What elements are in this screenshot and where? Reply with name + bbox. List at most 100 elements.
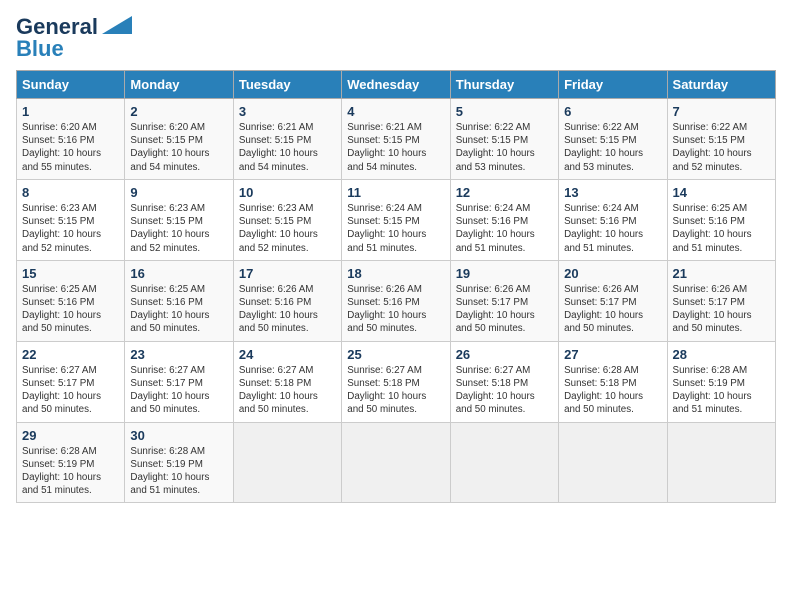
col-header-wednesday: Wednesday bbox=[342, 71, 450, 99]
day-number: 17 bbox=[239, 266, 336, 281]
day-number: 11 bbox=[347, 185, 444, 200]
day-cell: 14 Sunrise: 6:25 AMSunset: 5:16 PMDaylig… bbox=[667, 179, 775, 260]
day-cell: 26 Sunrise: 6:27 AMSunset: 5:18 PMDaylig… bbox=[450, 341, 558, 422]
day-detail: Sunrise: 6:28 AMSunset: 5:19 PMDaylight:… bbox=[130, 446, 209, 497]
day-number: 18 bbox=[347, 266, 444, 281]
day-cell: 27 Sunrise: 6:28 AMSunset: 5:18 PMDaylig… bbox=[559, 341, 667, 422]
week-row-3: 15 Sunrise: 6:25 AMSunset: 5:16 PMDaylig… bbox=[17, 260, 776, 341]
day-cell: 13 Sunrise: 6:24 AMSunset: 5:16 PMDaylig… bbox=[559, 179, 667, 260]
day-number: 28 bbox=[673, 347, 770, 362]
day-number: 3 bbox=[239, 104, 336, 119]
page-header: General Blue bbox=[16, 16, 776, 60]
col-header-thursday: Thursday bbox=[450, 71, 558, 99]
day-cell: 30 Sunrise: 6:28 AMSunset: 5:19 PMDaylig… bbox=[125, 422, 233, 503]
logo-icon bbox=[102, 16, 132, 34]
day-detail: Sunrise: 6:21 AMSunset: 5:15 PMDaylight:… bbox=[239, 122, 318, 173]
day-detail: Sunrise: 6:27 AMSunset: 5:18 PMDaylight:… bbox=[239, 365, 318, 416]
day-cell: 22 Sunrise: 6:27 AMSunset: 5:17 PMDaylig… bbox=[17, 341, 125, 422]
calendar-table: SundayMondayTuesdayWednesdayThursdayFrid… bbox=[16, 70, 776, 503]
day-cell: 5 Sunrise: 6:22 AMSunset: 5:15 PMDayligh… bbox=[450, 99, 558, 180]
day-cell: 25 Sunrise: 6:27 AMSunset: 5:18 PMDaylig… bbox=[342, 341, 450, 422]
day-cell: 6 Sunrise: 6:22 AMSunset: 5:15 PMDayligh… bbox=[559, 99, 667, 180]
day-cell bbox=[559, 422, 667, 503]
day-number: 22 bbox=[22, 347, 119, 362]
col-header-friday: Friday bbox=[559, 71, 667, 99]
day-detail: Sunrise: 6:26 AMSunset: 5:17 PMDaylight:… bbox=[673, 284, 752, 335]
day-cell: 24 Sunrise: 6:27 AMSunset: 5:18 PMDaylig… bbox=[233, 341, 341, 422]
day-detail: Sunrise: 6:21 AMSunset: 5:15 PMDaylight:… bbox=[347, 122, 426, 173]
day-detail: Sunrise: 6:22 AMSunset: 5:15 PMDaylight:… bbox=[564, 122, 643, 173]
day-cell: 29 Sunrise: 6:28 AMSunset: 5:19 PMDaylig… bbox=[17, 422, 125, 503]
day-cell: 8 Sunrise: 6:23 AMSunset: 5:15 PMDayligh… bbox=[17, 179, 125, 260]
day-cell: 4 Sunrise: 6:21 AMSunset: 5:15 PMDayligh… bbox=[342, 99, 450, 180]
day-number: 4 bbox=[347, 104, 444, 119]
day-cell bbox=[667, 422, 775, 503]
day-number: 13 bbox=[564, 185, 661, 200]
day-detail: Sunrise: 6:27 AMSunset: 5:18 PMDaylight:… bbox=[347, 365, 426, 416]
day-detail: Sunrise: 6:20 AMSunset: 5:15 PMDaylight:… bbox=[130, 122, 209, 173]
day-number: 16 bbox=[130, 266, 227, 281]
day-cell: 18 Sunrise: 6:26 AMSunset: 5:16 PMDaylig… bbox=[342, 260, 450, 341]
week-row-2: 8 Sunrise: 6:23 AMSunset: 5:15 PMDayligh… bbox=[17, 179, 776, 260]
logo-blue: Blue bbox=[16, 38, 64, 60]
day-detail: Sunrise: 6:20 AMSunset: 5:16 PMDaylight:… bbox=[22, 122, 101, 173]
week-row-1: 1 Sunrise: 6:20 AMSunset: 5:16 PMDayligh… bbox=[17, 99, 776, 180]
day-cell: 3 Sunrise: 6:21 AMSunset: 5:15 PMDayligh… bbox=[233, 99, 341, 180]
day-detail: Sunrise: 6:25 AMSunset: 5:16 PMDaylight:… bbox=[673, 203, 752, 254]
day-number: 1 bbox=[22, 104, 119, 119]
day-number: 19 bbox=[456, 266, 553, 281]
day-number: 24 bbox=[239, 347, 336, 362]
day-number: 21 bbox=[673, 266, 770, 281]
logo: General Blue bbox=[16, 16, 132, 60]
day-detail: Sunrise: 6:27 AMSunset: 5:17 PMDaylight:… bbox=[22, 365, 101, 416]
day-detail: Sunrise: 6:24 AMSunset: 5:16 PMDaylight:… bbox=[456, 203, 535, 254]
day-detail: Sunrise: 6:22 AMSunset: 5:15 PMDaylight:… bbox=[456, 122, 535, 173]
day-cell: 11 Sunrise: 6:24 AMSunset: 5:15 PMDaylig… bbox=[342, 179, 450, 260]
day-cell: 19 Sunrise: 6:26 AMSunset: 5:17 PMDaylig… bbox=[450, 260, 558, 341]
day-detail: Sunrise: 6:23 AMSunset: 5:15 PMDaylight:… bbox=[130, 203, 209, 254]
day-cell bbox=[342, 422, 450, 503]
day-cell: 7 Sunrise: 6:22 AMSunset: 5:15 PMDayligh… bbox=[667, 99, 775, 180]
day-number: 5 bbox=[456, 104, 553, 119]
day-cell: 10 Sunrise: 6:23 AMSunset: 5:15 PMDaylig… bbox=[233, 179, 341, 260]
day-detail: Sunrise: 6:25 AMSunset: 5:16 PMDaylight:… bbox=[130, 284, 209, 335]
day-detail: Sunrise: 6:24 AMSunset: 5:15 PMDaylight:… bbox=[347, 203, 426, 254]
day-detail: Sunrise: 6:27 AMSunset: 5:18 PMDaylight:… bbox=[456, 365, 535, 416]
day-cell: 20 Sunrise: 6:26 AMSunset: 5:17 PMDaylig… bbox=[559, 260, 667, 341]
day-number: 29 bbox=[22, 428, 119, 443]
day-cell: 9 Sunrise: 6:23 AMSunset: 5:15 PMDayligh… bbox=[125, 179, 233, 260]
day-cell: 28 Sunrise: 6:28 AMSunset: 5:19 PMDaylig… bbox=[667, 341, 775, 422]
day-cell: 16 Sunrise: 6:25 AMSunset: 5:16 PMDaylig… bbox=[125, 260, 233, 341]
day-detail: Sunrise: 6:26 AMSunset: 5:16 PMDaylight:… bbox=[239, 284, 318, 335]
day-detail: Sunrise: 6:24 AMSunset: 5:16 PMDaylight:… bbox=[564, 203, 643, 254]
day-detail: Sunrise: 6:22 AMSunset: 5:15 PMDaylight:… bbox=[673, 122, 752, 173]
day-detail: Sunrise: 6:28 AMSunset: 5:19 PMDaylight:… bbox=[22, 446, 101, 497]
day-detail: Sunrise: 6:26 AMSunset: 5:16 PMDaylight:… bbox=[347, 284, 426, 335]
day-number: 27 bbox=[564, 347, 661, 362]
day-detail: Sunrise: 6:23 AMSunset: 5:15 PMDaylight:… bbox=[239, 203, 318, 254]
day-number: 9 bbox=[130, 185, 227, 200]
day-number: 15 bbox=[22, 266, 119, 281]
col-header-saturday: Saturday bbox=[667, 71, 775, 99]
day-number: 14 bbox=[673, 185, 770, 200]
day-cell: 1 Sunrise: 6:20 AMSunset: 5:16 PMDayligh… bbox=[17, 99, 125, 180]
week-row-5: 29 Sunrise: 6:28 AMSunset: 5:19 PMDaylig… bbox=[17, 422, 776, 503]
day-detail: Sunrise: 6:26 AMSunset: 5:17 PMDaylight:… bbox=[564, 284, 643, 335]
logo-text: General bbox=[16, 16, 98, 38]
col-header-tuesday: Tuesday bbox=[233, 71, 341, 99]
week-row-4: 22 Sunrise: 6:27 AMSunset: 5:17 PMDaylig… bbox=[17, 341, 776, 422]
day-cell: 23 Sunrise: 6:27 AMSunset: 5:17 PMDaylig… bbox=[125, 341, 233, 422]
day-number: 12 bbox=[456, 185, 553, 200]
day-cell: 2 Sunrise: 6:20 AMSunset: 5:15 PMDayligh… bbox=[125, 99, 233, 180]
day-number: 20 bbox=[564, 266, 661, 281]
day-cell: 21 Sunrise: 6:26 AMSunset: 5:17 PMDaylig… bbox=[667, 260, 775, 341]
day-detail: Sunrise: 6:26 AMSunset: 5:17 PMDaylight:… bbox=[456, 284, 535, 335]
day-detail: Sunrise: 6:27 AMSunset: 5:17 PMDaylight:… bbox=[130, 365, 209, 416]
day-number: 6 bbox=[564, 104, 661, 119]
day-number: 8 bbox=[22, 185, 119, 200]
day-number: 10 bbox=[239, 185, 336, 200]
day-number: 25 bbox=[347, 347, 444, 362]
day-number: 2 bbox=[130, 104, 227, 119]
col-header-sunday: Sunday bbox=[17, 71, 125, 99]
day-cell bbox=[233, 422, 341, 503]
